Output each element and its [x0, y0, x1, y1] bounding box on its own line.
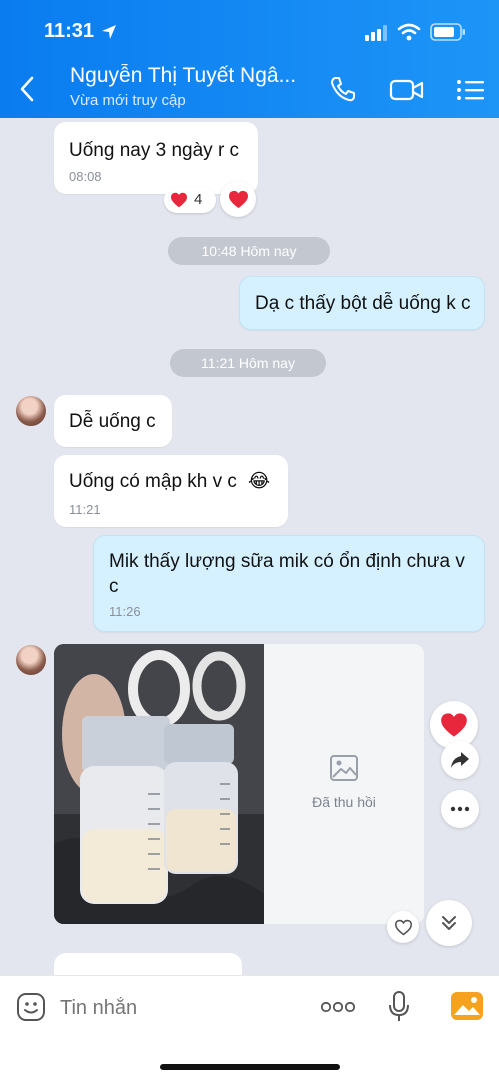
time-separator: 11:21 Hôm nay [170, 349, 326, 377]
message-time: 11:21 [69, 502, 101, 517]
react-button[interactable] [220, 181, 256, 217]
message-bubble-sent[interactable]: Dạ c thấy bột dễ uống k c [239, 276, 485, 330]
message-input-bar [0, 975, 499, 1081]
chat-header: 11:31 Nguyễn Thị Tuyết Ngâ... Vừa mới tr… [0, 0, 499, 118]
message-time: 08:08 [69, 169, 102, 184]
breast-milk-bottles-photo [54, 644, 264, 924]
menu-list-icon[interactable] [456, 78, 486, 102]
message-input[interactable] [58, 991, 302, 1025]
status-time: 11:31 [44, 20, 95, 42]
recalled-attachment: Đã thu hồi [264, 644, 424, 924]
message-text: Dạ c thấy bột dễ uống k c [255, 293, 471, 314]
forward-button[interactable] [441, 741, 479, 779]
image-placeholder-icon [330, 755, 358, 781]
microphone-icon[interactable] [388, 990, 410, 1024]
photo-attachment[interactable] [54, 644, 264, 924]
scroll-to-bottom-button[interactable] [426, 900, 472, 946]
contact-status: Vừa mới truy cập [70, 92, 186, 109]
heart-icon [229, 190, 248, 209]
battery-icon [430, 23, 465, 41]
react-button[interactable] [387, 911, 419, 943]
more-options-button[interactable] [441, 790, 479, 828]
phone-call-icon[interactable] [329, 75, 357, 103]
message-text: Dễ uống c [69, 411, 156, 432]
home-indicator [160, 1064, 340, 1070]
message-text: Uống có mập kh v c [69, 471, 237, 492]
sticker-icon[interactable] [15, 991, 47, 1023]
message-text: Uống nay 3 ngày r c [69, 140, 240, 161]
laughing-emoji: 😂 [248, 471, 271, 492]
message-bubble-sent[interactable]: Mik thấy lượng sữa mik có ổn định chưa v… [93, 535, 485, 632]
avatar[interactable] [16, 396, 46, 426]
back-icon[interactable] [18, 76, 36, 102]
heart-icon [441, 713, 467, 737]
double-chevron-down-icon [442, 916, 456, 930]
more-actions-icon[interactable] [320, 1001, 356, 1013]
signal-icon [365, 25, 387, 41]
time-separator: 10:48 Hôm nay [168, 237, 330, 265]
video-call-icon[interactable] [389, 78, 425, 102]
contact-name[interactable]: Nguyễn Thị Tuyết Ngâ... [70, 64, 320, 88]
more-dots-icon [450, 806, 470, 812]
wifi-icon [397, 23, 421, 41]
message-bubble-received[interactable]: Dễ uống c [54, 395, 172, 447]
reaction-count: 4 [194, 191, 203, 208]
reaction-summary[interactable]: 4 [164, 187, 216, 213]
forward-arrow-icon [451, 752, 469, 768]
image-gallery-icon[interactable] [450, 991, 484, 1021]
message-text: Mik thấy lượng sữa mik có ổn định chưa v… [109, 551, 465, 597]
message-time: 11:26 [109, 604, 141, 619]
message-bubble-received[interactable]: Uống có mập kh v c 😂 11:21 [54, 455, 288, 527]
avatar[interactable] [16, 645, 46, 675]
recalled-label: Đã thu hồi [312, 794, 376, 810]
location-arrow-icon [102, 25, 116, 39]
heart-outline-icon [394, 919, 413, 936]
heart-reaction-icon [171, 192, 187, 208]
